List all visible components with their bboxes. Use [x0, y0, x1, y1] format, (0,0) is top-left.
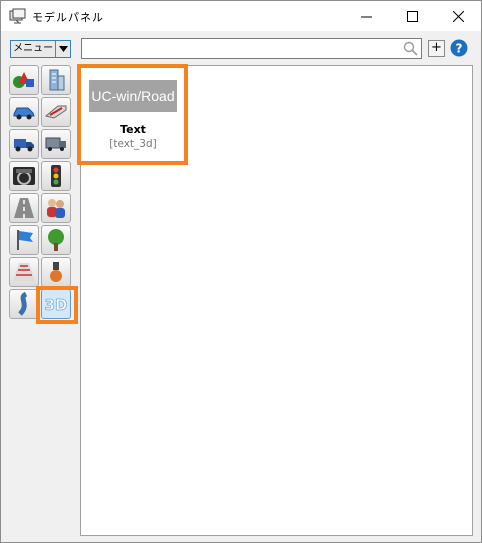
people-icon: [47, 199, 65, 218]
model-card-text[interactable]: UC-win/Road Text [text_3d]: [85, 72, 181, 156]
search-box[interactable]: [81, 38, 422, 59]
model-id: [text_3d]: [109, 138, 157, 150]
category-trees[interactable]: [41, 225, 71, 255]
model-thumbnail: UC-win/Road: [89, 80, 177, 112]
category-cockpits[interactable]: [9, 161, 39, 191]
truck-icon: [14, 139, 34, 152]
road-icon: [14, 198, 34, 218]
category-buildings[interactable]: [41, 65, 71, 95]
category-markings[interactable]: [9, 257, 39, 287]
minimize-icon: [360, 16, 372, 17]
close-button[interactable]: [435, 1, 481, 31]
category-misc[interactable]: [41, 257, 71, 287]
crosswalk-icon: [13, 263, 35, 281]
spline-icon: [18, 292, 28, 316]
building-icon: [49, 69, 65, 91]
traffic-light-icon: [51, 165, 61, 187]
dropdown-arrow-icon: [56, 41, 70, 57]
category-roads[interactable]: [9, 193, 39, 223]
svg-text:?: ?: [456, 42, 463, 56]
maximize-button[interactable]: [389, 1, 435, 31]
train-icon: [44, 105, 67, 119]
shapes-icon: [13, 72, 34, 88]
container-truck-icon: [45, 137, 66, 151]
category-vehicles-other[interactable]: [41, 129, 71, 159]
model-title: Text: [120, 123, 146, 136]
search-icon[interactable]: [403, 41, 418, 56]
close-icon: [452, 10, 464, 22]
window-title: モデルパネル: [32, 11, 104, 24]
category-characters[interactable]: [41, 193, 71, 223]
svg-text:3D: 3D: [45, 296, 68, 314]
maximize-icon: [406, 10, 418, 22]
category-shapes[interactable]: [9, 65, 39, 95]
category-trucks[interactable]: [9, 129, 39, 159]
flag-icon: [17, 230, 33, 250]
category-splines[interactable]: [9, 289, 39, 319]
help-button[interactable]: ?: [450, 39, 468, 57]
add-button[interactable]: +: [428, 40, 445, 57]
title-bar: モデルパネル: [1, 1, 481, 31]
category-cars[interactable]: [9, 97, 39, 127]
model-panel-window: モデルパネル メニュー 3D + ? UC-win/Road Text [tex…: [0, 0, 482, 543]
hydrant-icon: [50, 262, 62, 282]
menu-dropdown[interactable]: メニュー: [10, 40, 71, 58]
car-icon: [13, 107, 35, 120]
tree-icon: [48, 229, 64, 251]
help-icon: ?: [450, 39, 468, 57]
cockpit-icon: [13, 167, 35, 185]
minimize-button[interactable]: [343, 1, 389, 31]
model-panel-app-icon: [9, 8, 27, 24]
category-flags[interactable]: [9, 225, 39, 255]
category-text3d[interactable]: 3D: [41, 289, 71, 319]
category-signals[interactable]: [41, 161, 71, 191]
category-trains[interactable]: [41, 97, 71, 127]
search-input[interactable]: [82, 39, 400, 58]
menu-label: メニュー: [11, 41, 57, 57]
text3d-icon: 3D: [44, 296, 68, 315]
